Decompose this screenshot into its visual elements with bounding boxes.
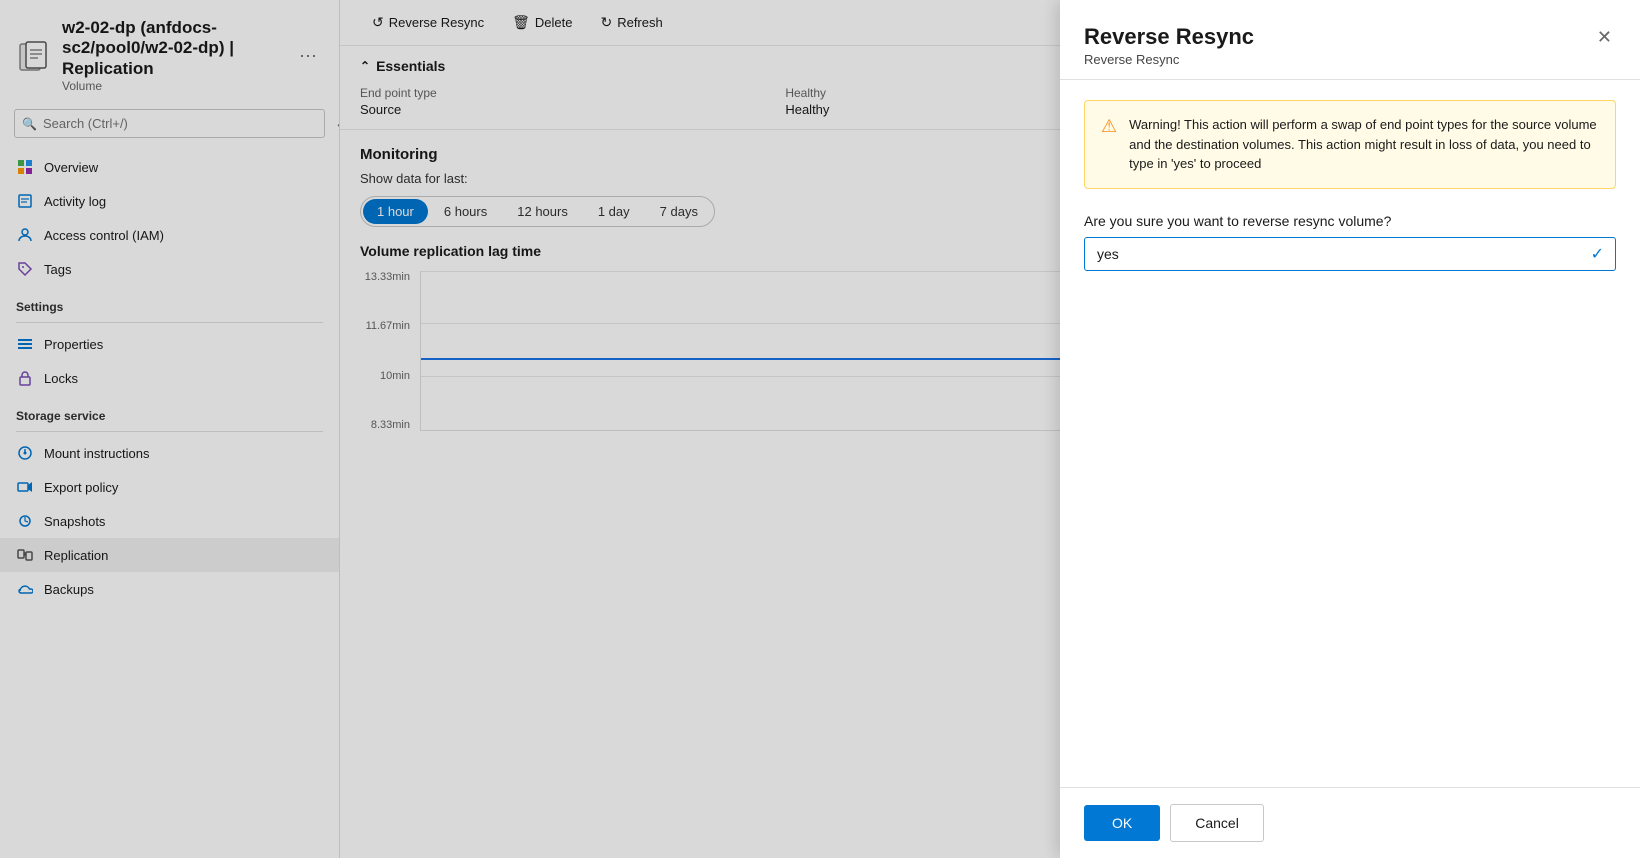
warning-box: ⚠ Warning! This action will perform a sw…	[1084, 100, 1616, 189]
panel-body: ⚠ Warning! This action will perform a sw…	[1060, 80, 1640, 787]
panel-title-block: Reverse Resync Reverse Resync	[1084, 24, 1254, 67]
reverse-resync-panel: Reverse Resync Reverse Resync ✕ ⚠ Warnin…	[1060, 0, 1640, 858]
confirm-input[interactable]	[1084, 237, 1616, 271]
panel-header: Reverse Resync Reverse Resync ✕	[1060, 0, 1640, 80]
panel-title: Reverse Resync	[1084, 24, 1254, 50]
panel-subtitle: Reverse Resync	[1084, 52, 1254, 67]
warning-text: Warning! This action will perform a swap…	[1129, 115, 1599, 174]
confirm-input-wrap: ✓	[1084, 237, 1616, 271]
warning-icon: ⚠	[1101, 116, 1117, 174]
ok-button[interactable]: OK	[1084, 805, 1160, 841]
confirm-label: Are you sure you want to reverse resync …	[1084, 213, 1616, 229]
panel-close-button[interactable]: ✕	[1593, 24, 1616, 50]
panel-footer: OK Cancel	[1060, 787, 1640, 858]
checkmark-icon: ✓	[1591, 244, 1604, 264]
cancel-button[interactable]: Cancel	[1170, 804, 1264, 842]
